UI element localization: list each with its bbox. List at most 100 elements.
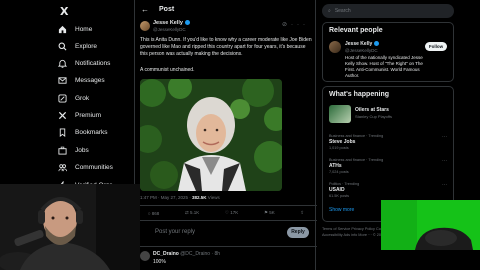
back-arrow-icon[interactable]: ← [141,5,149,14]
photo-image [140,79,282,191]
show-more-link[interactable]: Show more [329,207,354,213]
trend-name: ATHs [329,163,342,169]
reply-count: 868 [151,210,160,216]
trend-item[interactable]: Business and finance · Trending Steve Jo… [329,134,447,150]
reply-tweet[interactable]: DC_Draino @DC_Draino · 8h 100% [135,246,317,270]
search-input[interactable]: ⌕ Search [322,4,454,18]
webcam-image [0,184,140,270]
trend-count: 61.5K posts [329,194,350,198]
nav-item-label: Notifications [75,59,111,67]
post-column: ← Post Jesse Kelly @JesseKellyDC ⊘··· Th… [134,0,317,270]
nav-item-jobs[interactable]: Jobs [58,144,89,156]
nav-item-label: Communities [75,163,113,171]
reply-text: 100% [153,259,166,265]
relevant-person-name: Jesse Kelly [345,41,373,47]
follow-button[interactable]: Follow [425,42,447,51]
nav-item-label: Messages [75,76,105,84]
tweet-text-second-line: A communist unchained. [140,67,195,73]
search-icon [58,42,67,51]
author-name-container[interactable]: Jesse Kelly [153,20,190,26]
grok-icon[interactable]: ⊘ [282,22,291,28]
reply-author-name: DC_Draino [153,251,179,257]
trend-item[interactable]: Business and finance · Trending ATHs 7,0… [329,158,447,174]
greenscreen-image [381,200,480,250]
post-header-actions: ⊘··· [282,21,309,28]
reply-input[interactable]: Post your reply [155,229,195,235]
verified-badge-icon [374,41,380,47]
trend-name: Steve Jobs [329,139,356,145]
more-options-icon[interactable]: ··· [291,22,309,28]
more-options-icon[interactable]: ··· [442,158,447,164]
avatar[interactable] [140,21,150,31]
nav-item-communities[interactable]: Communities [58,161,113,173]
nav-item-label: Home [75,25,93,33]
views-label: Views [206,195,220,200]
timestamp-text: 1:47 PM · May 27, 2025 · [140,195,193,200]
reply-author-handle: @DC_Draino · 8h [180,251,221,257]
event-thumbnail[interactable] [329,105,351,123]
trend-count: 1,019 posts [329,146,349,150]
trend-count: 7,024 posts [329,170,349,174]
repost-action[interactable]: ⇄ 5.1K [185,210,199,216]
relevant-person-handle: @JesseKellyDC [345,48,378,53]
nav-item-label: Jobs [75,146,89,154]
avatar[interactable] [329,41,341,53]
event-title[interactable]: Oilers at Stars [355,107,389,113]
more-options-icon[interactable]: ··· [442,182,447,188]
nav-item-grok[interactable]: Grok [58,92,89,104]
trend-context: Politics · Trending [329,182,360,186]
trend-name: USAID [329,187,345,193]
like-action[interactable]: ♡ 17K [225,210,238,216]
reply-action[interactable]: ○ 868 [148,211,159,216]
nav-item-premium[interactable]: Premium [58,109,101,121]
x-icon [58,111,67,120]
nav-item-messages[interactable]: Messages [58,74,105,86]
reply-author: DC_Draino @DC_Draino · 8h [153,251,220,257]
post-header-title: Post [159,5,175,13]
author-handle: @JesseKellyDC [153,27,186,32]
briefcase-icon [58,146,67,155]
author-name: Jesse Kelly [153,20,183,26]
nav-item-label: Bookmarks [75,128,108,136]
bookmark-count: 5K [269,210,275,215]
relevant-people-card: Relevant people Jesse Kelly @JesseKellyD… [322,22,454,82]
nav-item-home[interactable]: Home [58,23,92,35]
people-icon [58,163,67,172]
search-icon: ⌕ [328,8,331,14]
nav-item-label: Premium [75,111,102,119]
nav-item-notifications[interactable]: Notifications [58,57,110,69]
relevant-people-title: Relevant people [329,27,383,34]
event-subtitle: Stanley Cup Playoffs [355,114,393,119]
relevant-person-name-container[interactable]: Jesse Kelly [345,41,380,47]
nav-item-label: Grok [75,94,90,102]
post-action-bar: ○ 868 ⇄ 5.1K ♡ 17K ⚑ 5K ⇪ [135,205,317,221]
nav-item-label: Explore [75,42,98,50]
bookmark-action[interactable]: ⚑ 5K [264,210,275,216]
nav-item-explore[interactable]: Explore [58,40,97,52]
nav-item-bookmarks[interactable]: Bookmarks [58,126,108,138]
webcam-overlay [0,184,140,270]
avatar[interactable] [140,251,150,261]
bookmark-icon [58,127,67,137]
mail-icon [58,76,67,85]
grok-icon [58,93,67,103]
like-count: 17K [230,210,239,215]
home-icon [58,25,67,34]
reply-button[interactable]: Reply [287,227,309,238]
trend-item[interactable]: Politics · Trending USAID 61.5K posts ··… [329,182,447,198]
search-placeholder: Search [334,8,351,14]
greenscreen-overlay [381,200,480,250]
x-logo-icon[interactable]: X [60,6,74,18]
trend-context: Business and finance · Trending [329,158,384,162]
tweet-photo[interactable] [140,79,282,191]
verified-badge-icon [184,20,190,26]
whats-happening-title: What's happening [329,91,389,98]
post-header: ← Post [135,2,317,16]
reply-composer: Post your reply Reply [135,224,317,242]
relevant-person-bio: Host of the nationally syndicated Jesse … [345,55,423,78]
view-count: 382.5K [192,195,207,200]
more-options-icon[interactable]: ··· [442,134,447,140]
share-icon[interactable]: ⇪ [300,210,304,216]
tweet-text: This is Anita Dunn. If you'd like to kno… [140,37,312,57]
trend-context: Business and finance · Trending [329,134,384,138]
